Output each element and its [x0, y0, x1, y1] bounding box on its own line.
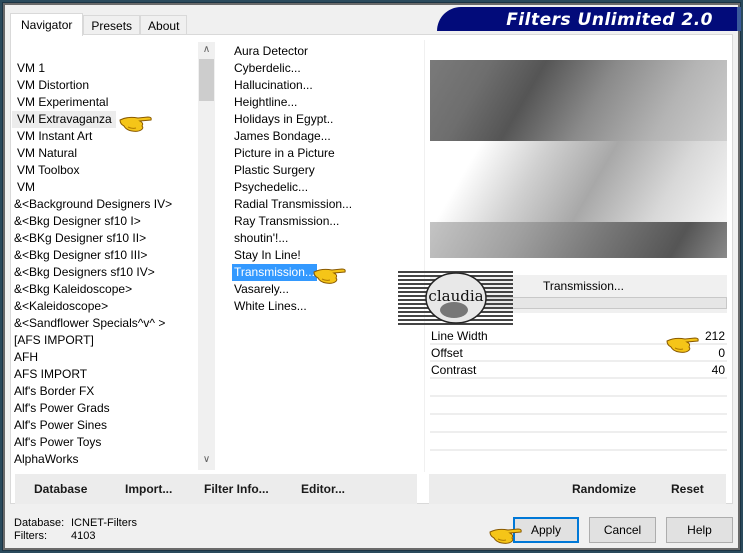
- navigator-actions-bar: Database Import... Filter Info... Editor…: [15, 474, 417, 504]
- filter-item[interactable]: shoutin'!...: [232, 230, 290, 247]
- filters-key: Filters:: [14, 530, 47, 542]
- import-button[interactable]: Import...: [125, 482, 172, 496]
- param-value: 0: [718, 346, 725, 360]
- tab-presets[interactable]: Presets: [83, 15, 141, 35]
- tab-bar: Navigator Presets About: [10, 13, 188, 36]
- category-item[interactable]: &<Bkg Designer sf10 I>: [12, 213, 141, 230]
- category-item[interactable]: &<Bkg Designer sf10 III>: [12, 247, 147, 264]
- claudia-watermark: claudia: [398, 271, 513, 325]
- pointing-hand-icon: [313, 268, 346, 284]
- help-button[interactable]: Help: [666, 517, 733, 543]
- filter-settings-panel: Transmission... Line Width 212 Offset 0 …: [424, 40, 730, 472]
- category-item[interactable]: &<Kaleidoscope>: [12, 298, 108, 315]
- database-value: ICNET-Filters: [71, 517, 137, 529]
- category-item[interactable]: Alf's Power Sines: [12, 417, 107, 434]
- tab-about[interactable]: About: [140, 15, 188, 35]
- filter-item[interactable]: James Bondage...: [232, 128, 333, 145]
- category-item[interactable]: VM Instant Art: [12, 128, 92, 145]
- filter-item[interactable]: Heightline...: [232, 94, 299, 111]
- filter-item[interactable]: Picture in a Picture: [232, 145, 337, 162]
- filter-item[interactable]: Transmission...: [232, 264, 317, 281]
- pointing-hand-icon: [489, 528, 522, 544]
- preview-band-top: [430, 60, 727, 141]
- status-area: Database: ICNET-Filters Filters: 4103: [14, 517, 137, 543]
- category-item[interactable]: &<Background Designers IV>: [12, 196, 172, 213]
- filter-item[interactable]: Hallucination...: [232, 77, 315, 94]
- watermark-text: claudia: [428, 287, 483, 305]
- title-banner: Filters Unlimited 2.0: [437, 7, 741, 31]
- category-item[interactable]: VM Experimental: [12, 94, 108, 111]
- param-label: Contrast: [431, 363, 477, 377]
- category-item[interactable]: AFS IMPORT: [12, 366, 87, 383]
- category-item[interactable]: [AFS IMPORT]: [12, 332, 94, 349]
- filter-item[interactable]: Vasarely...: [232, 281, 291, 298]
- filter-item[interactable]: Aura Detector: [232, 43, 310, 60]
- param-label: Line Width: [431, 329, 488, 343]
- filter-actions-bar: Randomize Reset: [429, 474, 726, 504]
- category-item[interactable]: VM Natural: [12, 145, 77, 162]
- category-item[interactable]: AlphaWorks: [12, 451, 78, 468]
- pointing-hand-icon: [666, 337, 699, 353]
- category-item[interactable]: &<Bkg Designers sf10 IV>: [12, 264, 155, 281]
- editor-button[interactable]: Editor...: [301, 482, 345, 496]
- filter-item[interactable]: Stay In Line!: [232, 247, 303, 264]
- filter-item[interactable]: Ray Transmission...: [232, 213, 341, 230]
- scroll-thumb[interactable]: [199, 59, 214, 101]
- pointing-hand-icon: [119, 116, 152, 132]
- filters-count: 4103: [71, 530, 96, 542]
- database-button[interactable]: Database: [34, 482, 87, 496]
- filter-item[interactable]: Plastic Surgery: [232, 162, 317, 179]
- category-list[interactable]: VM 1 VM Distortion VM Experimental VM Extra…: [12, 40, 208, 468]
- param-value: 40: [711, 363, 725, 377]
- filter-item[interactable]: Cyberdelic...: [232, 60, 303, 77]
- category-item[interactable]: &<Sandflower Specials^v^ >: [12, 315, 165, 332]
- param-contrast[interactable]: Contrast 40: [430, 362, 727, 379]
- scroll-up-icon[interactable]: ∧: [198, 42, 215, 58]
- randomize-button[interactable]: Randomize: [572, 482, 636, 496]
- window-title: Filters Unlimited 2.0: [506, 10, 713, 30]
- category-item[interactable]: AFH: [12, 349, 38, 366]
- category-item[interactable]: Alf's Power Toys: [12, 434, 101, 451]
- database-key: Database:: [14, 517, 65, 529]
- category-item[interactable]: &<BKg Designer sf10 II>: [12, 230, 146, 247]
- category-scrollbar[interactable]: ∧ ∨: [198, 42, 215, 470]
- param-empty-row: [430, 433, 727, 451]
- category-item[interactable]: VM: [12, 179, 35, 196]
- category-item[interactable]: Alf's Border FX: [12, 383, 94, 400]
- filter-item[interactable]: Holidays in Egypt..: [232, 111, 335, 128]
- category-item[interactable]: VM 1: [12, 60, 45, 77]
- param-empty-row: [430, 415, 727, 433]
- scroll-down-icon[interactable]: ∨: [198, 452, 215, 468]
- filter-item[interactable]: Radial Transmission...: [232, 196, 354, 213]
- category-item[interactable]: VM Distortion: [12, 77, 89, 94]
- filter-list[interactable]: Aura Detector Cyberdelic... Hallucination.…: [220, 40, 420, 468]
- preview-image: [430, 60, 727, 258]
- filter-item[interactable]: Psychedelic...: [232, 179, 310, 196]
- category-item[interactable]: VM Toolbox: [12, 162, 79, 179]
- tab-navigator[interactable]: Navigator: [10, 13, 84, 36]
- filter-title: Transmission...: [543, 279, 624, 293]
- param-empty-row: [430, 379, 727, 397]
- param-value: 212: [704, 329, 725, 343]
- preview-band-bottom: [430, 222, 727, 258]
- category-item[interactable]: &<Bkg Kaleidoscope>: [12, 281, 132, 298]
- param-empty-row: [430, 397, 727, 415]
- cancel-button[interactable]: Cancel: [589, 517, 656, 543]
- reset-button[interactable]: Reset: [671, 482, 704, 496]
- category-item[interactable]: Alf's Power Grads: [12, 400, 110, 417]
- preview-band-middle: [430, 141, 727, 222]
- filter-info-button[interactable]: Filter Info...: [204, 482, 269, 496]
- filter-item[interactable]: White Lines...: [232, 298, 309, 315]
- param-label: Offset: [431, 346, 463, 360]
- category-item[interactable]: VM Extravaganza: [12, 111, 116, 128]
